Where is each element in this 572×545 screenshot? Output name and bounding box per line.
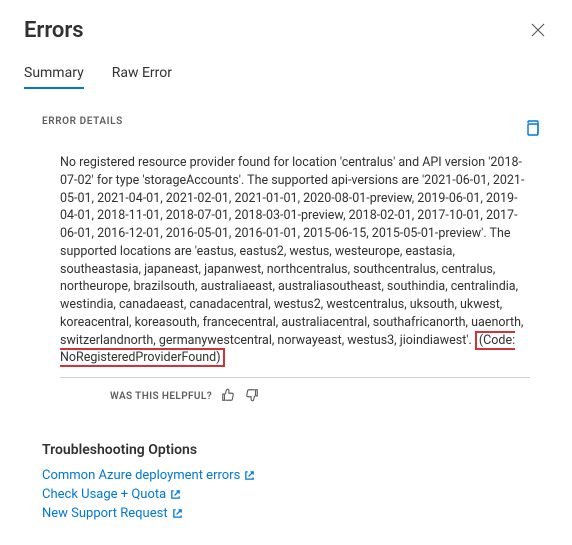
thumbs-up-button[interactable] [220, 388, 236, 404]
tabs: Summary Raw Error [24, 65, 548, 90]
helpful-prompt: WAS THIS HELPFUL? [110, 391, 212, 402]
error-message-text: No registered resource provider found fo… [60, 155, 524, 348]
thumbs-up-icon [221, 388, 235, 405]
troubleshooting-section: Troubleshooting Options Common Azure dep… [42, 442, 548, 521]
copy-button[interactable] [518, 116, 546, 144]
link-new-support[interactable]: New Support Request [42, 506, 548, 521]
external-link-icon [244, 470, 255, 481]
copy-icon [523, 119, 541, 141]
troubleshooting-heading: Troubleshooting Options [42, 442, 548, 458]
link-new-support-label: New Support Request [42, 506, 168, 521]
page-title: Errors [24, 18, 548, 43]
thumbs-down-icon [245, 388, 259, 405]
error-details-label: ERROR DETAILS [42, 116, 123, 127]
external-link-icon [170, 489, 181, 500]
link-common-errors[interactable]: Common Azure deployment errors [42, 468, 548, 483]
close-icon [530, 23, 546, 42]
close-button[interactable] [530, 22, 546, 38]
link-common-errors-label: Common Azure deployment errors [42, 468, 240, 483]
tab-raw-error[interactable]: Raw Error [112, 65, 172, 89]
tab-summary[interactable]: Summary [24, 65, 84, 89]
error-message: No registered resource provider found fo… [60, 154, 530, 378]
external-link-icon [172, 508, 183, 519]
link-check-usage[interactable]: Check Usage + Quota [42, 487, 548, 502]
thumbs-down-button[interactable] [244, 388, 260, 404]
link-check-usage-label: Check Usage + Quota [42, 487, 166, 502]
